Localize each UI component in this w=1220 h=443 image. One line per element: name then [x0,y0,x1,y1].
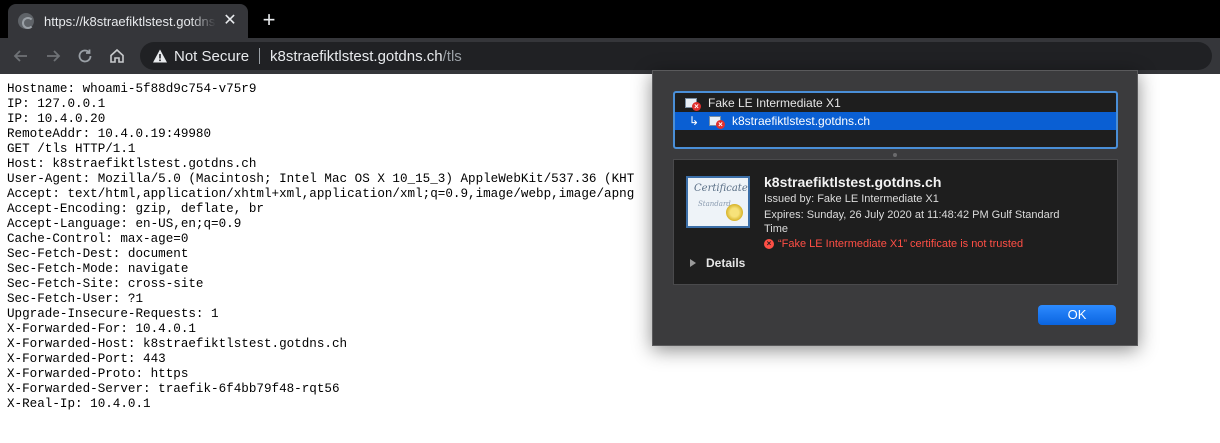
details-label[interactable]: Details [706,256,745,270]
untrusted-certificate-icon: × [709,115,725,129]
seal-icon [726,204,743,221]
details-disclosure[interactable]: Details [690,256,745,270]
forward-button[interactable] [42,45,64,67]
back-button[interactable] [10,45,32,67]
loading-globe-icon [18,13,34,29]
child-arrow-icon: ↳ [689,114,700,128]
certificate-subject: k8straefiktlstest.gotdns.ch [764,174,942,190]
tab-title: https://k8straefiktlstest.gotdns.ch/tls [44,13,216,29]
browser-tab[interactable]: https://k8straefiktlstest.gotdns.ch/tls … [8,4,248,38]
certificate-detail-panel: Certificate Standard k8straefiktlstest.g… [673,159,1118,285]
certificate-chain-list[interactable]: × Fake LE Intermediate X1 ↳ × k8straefik… [673,91,1118,149]
certificate-icon-subtitle: Standard [698,200,731,208]
new-tab-button[interactable]: + [258,9,280,31]
chain-item-label: k8straefiktlstest.gotdns.ch [732,114,871,128]
chain-item-label: Fake LE Intermediate X1 [708,96,841,110]
reload-button[interactable] [74,45,96,67]
url-host: k8straefiktlstest.gotdns.ch [270,47,443,65]
tab-strip: https://k8straefiktlstest.gotdns.ch/tls … [0,0,1220,38]
trust-error-text: “Fake LE Intermediate X1” certificate is… [778,238,1024,250]
response-line: X-Forwarded-Proto: https [7,367,189,381]
response-line: X-Forwarded-Server: traefik-6f4bb79f48-r… [7,382,340,396]
chain-item-leaf[interactable]: ↳ × k8straefiktlstest.gotdns.ch [675,112,1116,130]
disclosure-triangle-icon[interactable] [690,259,696,267]
url-path: /tls [442,47,462,65]
reload-icon [78,49,92,63]
forward-arrow-icon [47,50,61,62]
browser-toolbar: Not Secure k8straefiktlstest.gotdns.ch /… [0,38,1220,74]
security-status-label[interactable]: Not Secure [174,48,249,65]
address-bar[interactable]: Not Secure k8straefiktlstest.gotdns.ch /… [140,42,1212,70]
error-x-icon: × [764,239,774,249]
home-icon [110,48,124,63]
home-button[interactable] [106,45,128,67]
split-view-handle[interactable] [893,153,897,157]
trust-error: × “Fake LE Intermediate X1” certificate … [764,238,1023,250]
certificate-issuer: Issued by: Fake LE Intermediate X1 [764,193,939,205]
certificate-expiry: Expires: Sunday, 26 July 2020 at 11:48:4… [764,209,1060,235]
untrusted-certificate-icon: × [685,97,701,111]
chain-item-intermediate[interactable]: × Fake LE Intermediate X1 [675,94,1116,112]
ok-button[interactable]: OK [1038,305,1116,325]
certificate-viewer-sheet: × Fake LE Intermediate X1 ↳ × k8straefik… [652,70,1138,346]
omnibox-divider [259,48,261,64]
certificate-icon-title: Certificate [694,183,748,194]
back-arrow-icon [13,50,27,62]
certificate-icon: Certificate Standard [686,176,750,228]
close-tab-icon[interactable]: ✕ [222,13,238,29]
response-line: X-Real-Ip: 10.4.0.1 [7,397,151,411]
response-line: X-Forwarded-Port: 443 [7,352,166,366]
warning-triangle-icon[interactable] [152,48,168,64]
